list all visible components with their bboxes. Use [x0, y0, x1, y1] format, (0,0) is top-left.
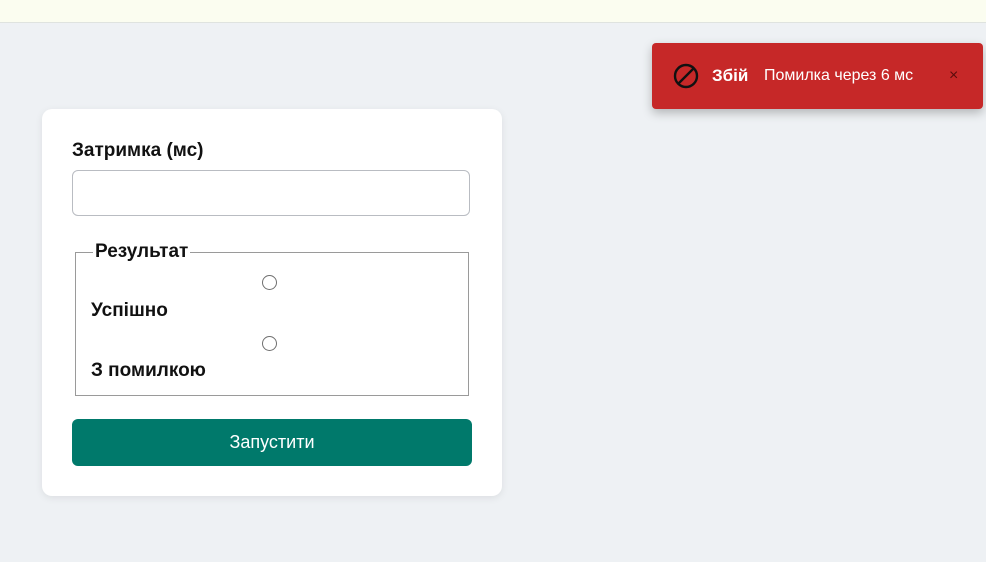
radio-error-label: З помилкою	[91, 360, 206, 381]
radio-success[interactable]	[262, 275, 277, 290]
radio-error[interactable]	[262, 336, 277, 351]
radio-success-label: Успішно	[91, 300, 168, 321]
result-legend: Результат	[93, 241, 191, 262]
delay-input[interactable]	[72, 170, 470, 216]
top-bar	[0, 0, 986, 23]
ban-icon	[673, 63, 699, 89]
delay-label: Затримка (мс)	[72, 140, 204, 161]
toast-title: Збій	[712, 66, 749, 85]
result-fieldset: Результат Успішно З помилкою	[75, 242, 469, 396]
error-toast: Збій Помилка через 6 мс ×	[652, 43, 983, 109]
close-icon[interactable]: ×	[949, 67, 958, 85]
toast-progress	[652, 107, 983, 109]
run-button[interactable]: Запустити	[72, 419, 472, 466]
toast-message: Помилка через 6 мс	[764, 67, 914, 84]
form-card: Затримка (мс) Результат Успішно З помилк…	[42, 109, 502, 496]
